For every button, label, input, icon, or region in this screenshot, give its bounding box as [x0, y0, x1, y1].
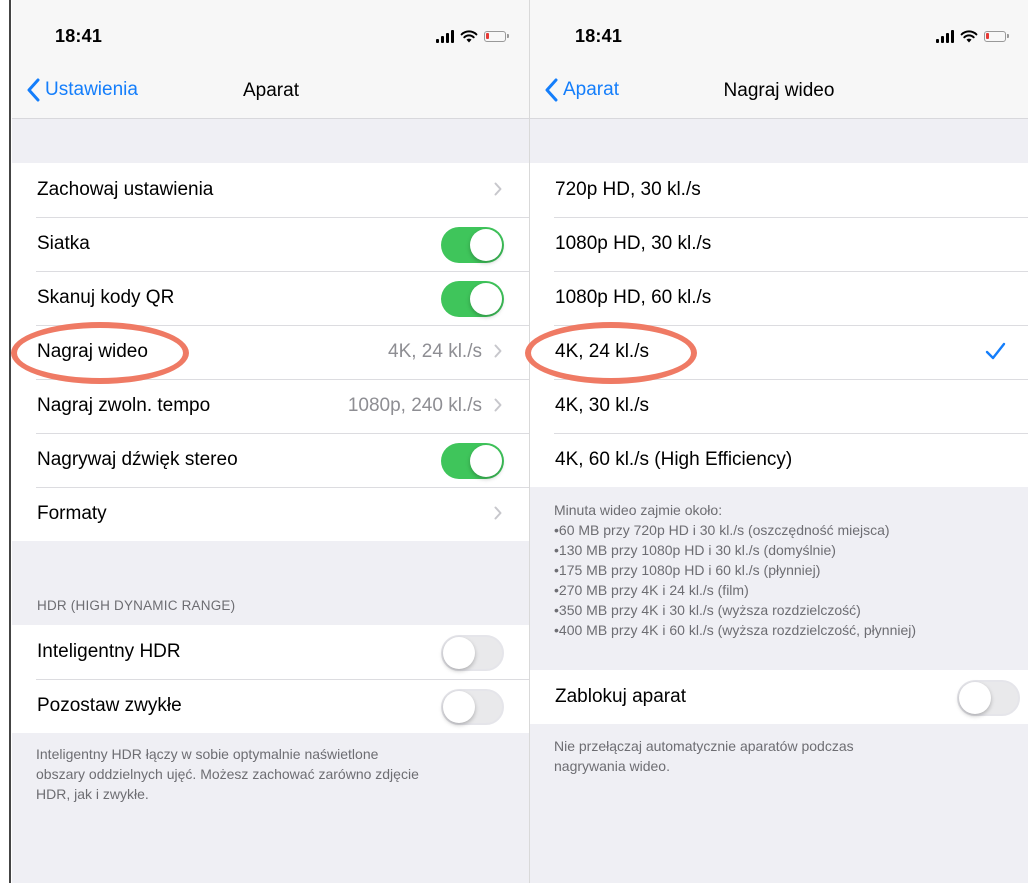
toggle-knob — [959, 682, 991, 714]
chevron-right-icon — [494, 344, 502, 358]
row-record-slomo[interactable]: Nagraj zwoln. tempo 1080p, 240 kl./s — [12, 379, 530, 433]
lock-camera-toggle[interactable] — [957, 680, 1020, 716]
hdr-section-header: HDR (HIGH DYNAMIC RANGE) — [37, 598, 236, 613]
toggle-knob — [470, 229, 502, 261]
battery-icon — [984, 30, 1009, 42]
cellular-signal-icon — [936, 29, 954, 43]
frame-border-left — [0, 0, 12, 883]
option-4k-60[interactable]: 4K, 60 kl./s (High Efficiency) — [530, 433, 1028, 487]
cellular-signal-icon — [436, 29, 454, 43]
option-1080p-60[interactable]: 1080p HD, 60 kl./s — [530, 271, 1028, 325]
size-note-item: 400 MB przy 4K i 60 kl./s (wyższa rozdzi… — [554, 620, 1024, 640]
hdr-settings-group: Inteligentny HDR Pozostaw zwykłe — [12, 625, 530, 733]
size-note-list: 60 MB przy 720p HD i 30 kl./s (oszczędno… — [554, 520, 1024, 640]
row-scan-qr: Skanuj kody QR — [12, 271, 530, 325]
size-note-item: 60 MB przy 720p HD i 30 kl./s (oszczędno… — [554, 520, 1024, 540]
row-smart-hdr: Inteligentny HDR — [12, 625, 530, 679]
row-stereo-audio: Nagrywaj dźwięk stereo — [12, 433, 530, 487]
toggle-knob — [470, 445, 502, 477]
row-label: Pozostaw zwykłe — [37, 695, 182, 716]
option-720p-30[interactable]: 720p HD, 30 kl./s — [530, 163, 1028, 217]
note-title: Minuta wideo zajmie około: — [554, 502, 723, 518]
record-video-screen: 18:41 Aparat Nagraj wideo 720p HD, 30 kl… — [530, 0, 1028, 883]
footer-line: obszary oddzielnych ujęć. Możesz zachowa… — [36, 766, 419, 782]
option-4k-24[interactable]: 4K, 24 kl./s — [530, 325, 1028, 379]
row-label: Nagraj wideo — [37, 341, 148, 362]
option-label: 1080p HD, 60 kl./s — [555, 287, 712, 308]
comparison-frame: 18:41 Ustawienia Aparat Zachowaj ustawie… — [0, 0, 1028, 883]
size-note-item: 130 MB przy 1080p HD i 30 kl./s (domyśln… — [554, 540, 1024, 560]
camera-settings-group: Zachowaj ustawienia Siatka Skanuj kody Q… — [12, 163, 530, 541]
row-label: Nagraj zwoln. tempo — [37, 395, 211, 416]
option-label: 720p HD, 30 kl./s — [555, 179, 701, 200]
chevron-right-icon — [494, 182, 502, 196]
footer-line: nagrywania wideo. — [554, 758, 670, 774]
row-label: Zachowaj ustawienia — [37, 179, 214, 200]
row-label: Nagrywaj dźwięk stereo — [37, 449, 238, 470]
row-formats[interactable]: Formaty — [12, 487, 530, 541]
navigation-bar: Aparat Nagraj wideo — [530, 70, 1028, 119]
status-bar: 18:41 — [530, 0, 1028, 70]
footer-line: HDR, jak i zwykłe. — [36, 786, 149, 802]
checkmark-icon — [985, 342, 1006, 360]
toggle-knob — [470, 283, 502, 315]
lock-camera-group: Zablokuj aparat — [530, 670, 1028, 724]
hdr-footer-note: Inteligentny HDR łączy w sobie optymalni… — [36, 744, 516, 804]
keep-normal-toggle[interactable] — [441, 689, 504, 725]
row-keep-settings[interactable]: Zachowaj ustawienia — [12, 163, 530, 217]
footer-line: Nie przełączaj automatycznie aparatów po… — [554, 738, 854, 754]
row-record-video[interactable]: Nagraj wideo 4K, 24 kl./s — [12, 325, 530, 379]
status-time: 18:41 — [55, 26, 103, 46]
row-lock-camera: Zablokuj aparat — [530, 670, 1028, 724]
size-note-item: 350 MB przy 4K i 30 kl./s (wyższa rozdzi… — [554, 600, 1024, 620]
option-label: 4K, 30 kl./s — [555, 395, 649, 416]
size-note-item: 175 MB przy 1080p HD i 60 kl./s (płynnie… — [554, 560, 1024, 580]
toggle-knob — [443, 691, 475, 723]
battery-icon — [484, 30, 509, 42]
status-time: 18:41 — [575, 26, 623, 46]
option-4k-30[interactable]: 4K, 30 kl./s — [530, 379, 1028, 433]
storage-size-note: Minuta wideo zajmie około: 60 MB przy 72… — [554, 500, 1024, 640]
chevron-right-icon — [494, 506, 502, 520]
option-label: 1080p HD, 30 kl./s — [555, 233, 712, 254]
wifi-icon — [460, 30, 478, 43]
row-label: Inteligentny HDR — [37, 641, 181, 662]
row-value: 1080p, 240 kl./s — [347, 395, 482, 416]
row-label: Formaty — [37, 503, 107, 524]
page-title: Aparat — [243, 80, 299, 101]
option-label: 4K, 24 kl./s — [555, 341, 649, 362]
camera-settings-screen: 18:41 Ustawienia Aparat Zachowaj ustawie… — [12, 0, 530, 883]
page-title: Nagraj wideo — [723, 80, 835, 101]
option-1080p-30[interactable]: 1080p HD, 30 kl./s — [530, 217, 1028, 271]
wifi-icon — [960, 30, 978, 43]
lock-camera-footer: Nie przełączaj automatycznie aparatów po… — [554, 736, 1014, 776]
row-label: Zablokuj aparat — [555, 686, 686, 707]
system-icons — [936, 26, 1009, 46]
chevron-right-icon — [494, 398, 502, 412]
smart-hdr-toggle[interactable] — [441, 635, 504, 671]
grid-toggle[interactable] — [441, 227, 504, 263]
toggle-knob — [443, 637, 475, 669]
option-label: 4K, 60 kl./s (High Efficiency) — [555, 449, 793, 470]
system-icons — [436, 26, 509, 46]
row-keep-normal: Pozostaw zwykłe — [12, 679, 530, 733]
video-format-list: 720p HD, 30 kl./s 1080p HD, 30 kl./s 108… — [530, 163, 1028, 487]
stereo-audio-toggle[interactable] — [441, 443, 504, 479]
row-label: Siatka — [37, 233, 90, 254]
footer-line: Inteligentny HDR łączy w sobie optymalni… — [36, 746, 379, 762]
size-note-item: 270 MB przy 4K i 24 kl./s (film) — [554, 580, 1024, 600]
row-value: 4K, 24 kl./s — [388, 341, 482, 362]
navigation-bar: Ustawienia Aparat — [12, 70, 530, 119]
status-bar: 18:41 — [12, 0, 530, 70]
scan-qr-toggle[interactable] — [441, 281, 504, 317]
row-grid: Siatka — [12, 217, 530, 271]
row-label: Skanuj kody QR — [37, 287, 175, 308]
